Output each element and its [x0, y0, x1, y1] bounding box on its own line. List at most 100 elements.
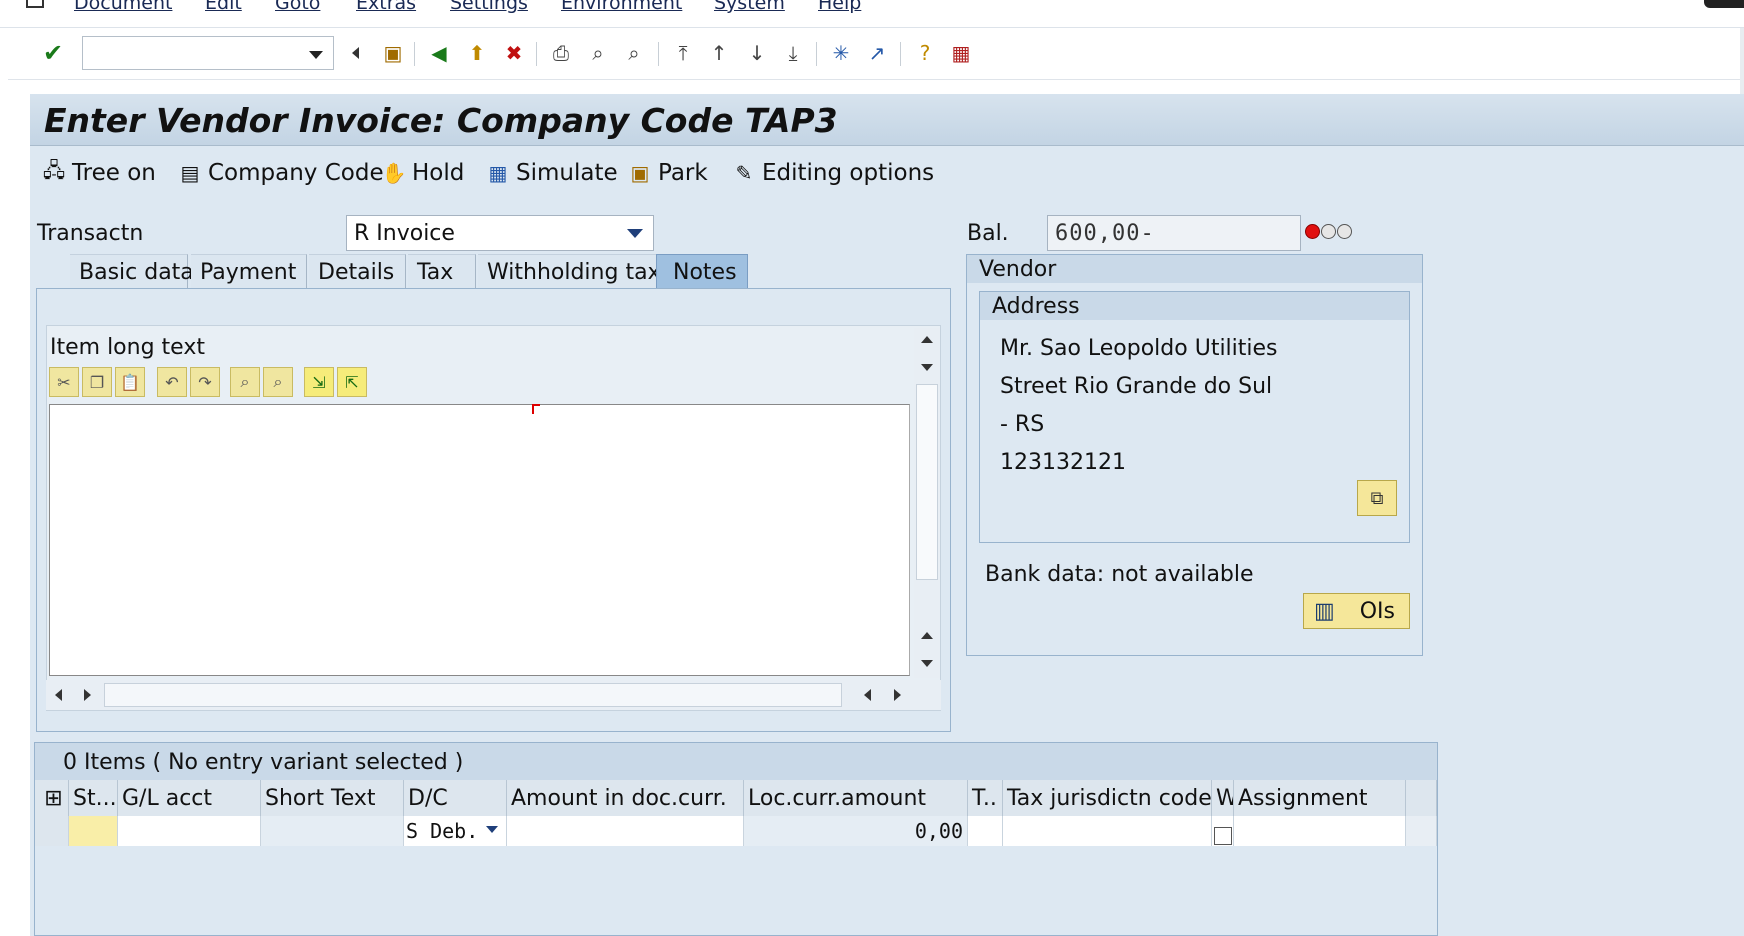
scroll-down-icon[interactable]: [921, 364, 933, 371]
col-assignment[interactable]: Assignment: [1234, 780, 1406, 816]
exit-icon[interactable]: ⬆: [464, 40, 490, 66]
import-icon[interactable]: ⇲: [304, 367, 334, 397]
tab-withholding-tax[interactable]: Withholding tax: [478, 254, 661, 290]
assignment-cell[interactable]: [1234, 816, 1406, 846]
save-icon[interactable]: ▣: [380, 40, 406, 66]
address-detail-button[interactable]: ⧉: [1357, 480, 1397, 516]
tax-jurisdiction-cell[interactable]: [1003, 816, 1212, 846]
simulate-button[interactable]: ▦ Simulate: [484, 160, 618, 186]
undo-icon[interactable]: ↶: [157, 367, 187, 397]
vertical-scrollbar[interactable]: [914, 328, 940, 678]
menu-extras[interactable]: Extras: [356, 0, 416, 14]
find-icon[interactable]: ⌕: [230, 367, 260, 397]
amount-doc-cell[interactable]: [507, 816, 744, 846]
cut-icon[interactable]: ✂: [49, 367, 79, 397]
cancel-icon[interactable]: ✖: [501, 40, 527, 66]
col-debit-credit[interactable]: D/C: [404, 780, 507, 816]
tree-on-button[interactable]: 🖧 Tree on: [40, 158, 156, 186]
scroll-thumb[interactable]: [916, 384, 938, 580]
tab-label: Payment: [200, 260, 297, 285]
editing-options-label: Editing options: [762, 160, 935, 186]
command-field[interactable]: [82, 36, 334, 70]
row-selector[interactable]: [35, 816, 69, 846]
menu-help[interactable]: Help: [818, 0, 861, 14]
paste-icon[interactable]: 📋: [115, 367, 145, 397]
redo-icon[interactable]: ↷: [190, 367, 220, 397]
horizontal-scrollbar[interactable]: [46, 680, 941, 710]
hold-button[interactable]: ✋ Hold: [380, 160, 465, 186]
copy-icon[interactable]: ❐: [82, 367, 112, 397]
menu-document[interactable]: Document: [74, 0, 172, 14]
find-next-icon[interactable]: ⌕: [621, 40, 647, 66]
scroll-thumb[interactable]: [104, 683, 842, 707]
menu-environment[interactable]: Environment: [561, 0, 682, 14]
print-icon[interactable]: ⎙: [548, 40, 574, 66]
tab-tax[interactable]: Tax: [408, 254, 476, 290]
find-next-icon[interactable]: ⌕: [263, 367, 293, 397]
long-text-editor[interactable]: [49, 404, 910, 676]
tab-details[interactable]: Details: [309, 254, 406, 290]
tab-label: Tax: [417, 260, 454, 285]
find-icon[interactable]: ⌕: [585, 40, 611, 66]
tab-payment[interactable]: Payment: [191, 254, 307, 290]
title-bar: Enter Vendor Invoice: Company Code TAP3: [30, 94, 1744, 146]
scroll-left-icon[interactable]: [864, 689, 871, 701]
back-small-icon[interactable]: [342, 40, 368, 66]
prev-page-icon[interactable]: ↑: [706, 40, 732, 66]
first-page-icon[interactable]: ⤒: [670, 40, 696, 66]
scroll-left-icon[interactable]: [55, 689, 62, 701]
scroll-page-down-icon[interactable]: [921, 660, 933, 667]
last-page-icon[interactable]: ⤓: [780, 40, 806, 66]
address-line: Mr. Sao Leopoldo Utilities: [1000, 336, 1278, 361]
scroll-page-up-icon[interactable]: [921, 632, 933, 639]
shortcut-icon[interactable]: ↗: [864, 40, 890, 66]
back-icon[interactable]: ◀: [426, 40, 452, 66]
hold-icon: ✋: [381, 161, 407, 185]
menu-edit[interactable]: Edit: [205, 0, 242, 14]
scroll-right-icon[interactable]: [84, 689, 91, 701]
next-page-icon[interactable]: ↓: [744, 40, 770, 66]
create-session-icon[interactable]: ✳: [828, 40, 854, 66]
col-withholding[interactable]: W: [1212, 780, 1234, 816]
col-status[interactable]: St...: [69, 780, 118, 816]
withholding-checkbox[interactable]: [1213, 827, 1232, 845]
export-icon[interactable]: ⇱: [337, 367, 367, 397]
chevron-down-icon[interactable]: [627, 229, 643, 238]
status-cell[interactable]: [69, 816, 118, 846]
balance-value: 600,00-: [1055, 220, 1155, 246]
table-scrollbar[interactable]: [1406, 816, 1437, 846]
help-icon[interactable]: ?: [912, 40, 938, 66]
col-gl-account[interactable]: G/L acct: [118, 780, 261, 816]
transaction-select[interactable]: R Invoice: [346, 215, 654, 251]
debit-credit-cell[interactable]: S Deb.: [404, 816, 507, 846]
col-amount-doc[interactable]: Amount in doc.curr.: [507, 780, 744, 816]
chevron-down-icon[interactable]: [309, 51, 323, 59]
address-line: Street Rio Grande do Sul: [1000, 374, 1273, 399]
withholding-cell[interactable]: [1212, 816, 1234, 846]
col-tax-code[interactable]: T..: [968, 780, 1003, 816]
tab-basic-data[interactable]: Basic data: [70, 254, 194, 290]
scroll-right-icon[interactable]: [894, 689, 901, 701]
tax-code-cell[interactable]: [968, 816, 1003, 846]
menu-system[interactable]: System: [714, 0, 785, 14]
company-code-button[interactable]: ▤ Company Code: [176, 160, 384, 186]
col-amount-local[interactable]: Loc.curr.amount: [744, 780, 968, 816]
gl-account-cell[interactable]: [118, 816, 261, 846]
menu-goto[interactable]: Goto: [275, 0, 320, 14]
scroll-up-icon[interactable]: [921, 336, 933, 343]
editing-options-button[interactable]: ✎ Editing options: [730, 160, 935, 186]
layout-icon[interactable]: ▦: [948, 40, 974, 66]
table-settings-icon[interactable]: ⊞: [35, 780, 69, 816]
balance-field: 600,00-: [1047, 215, 1301, 251]
enter-icon[interactable]: ✔: [40, 39, 66, 67]
col-short-text[interactable]: Short Text: [261, 780, 404, 816]
park-button[interactable]: ▣ Park: [626, 160, 708, 186]
system-menu-icon[interactable]: [26, 0, 44, 8]
building-icon: ▤: [180, 161, 200, 185]
chevron-down-icon[interactable]: [486, 826, 498, 833]
menu-settings[interactable]: Settings: [450, 0, 528, 14]
col-tax-jurisdiction[interactable]: Tax jurisdictn code: [1003, 780, 1212, 816]
open-items-button[interactable]: ▥ OIs: [1303, 593, 1410, 629]
tab-notes[interactable]: Notes: [656, 254, 748, 290]
tab-label: Withholding tax: [487, 260, 661, 285]
